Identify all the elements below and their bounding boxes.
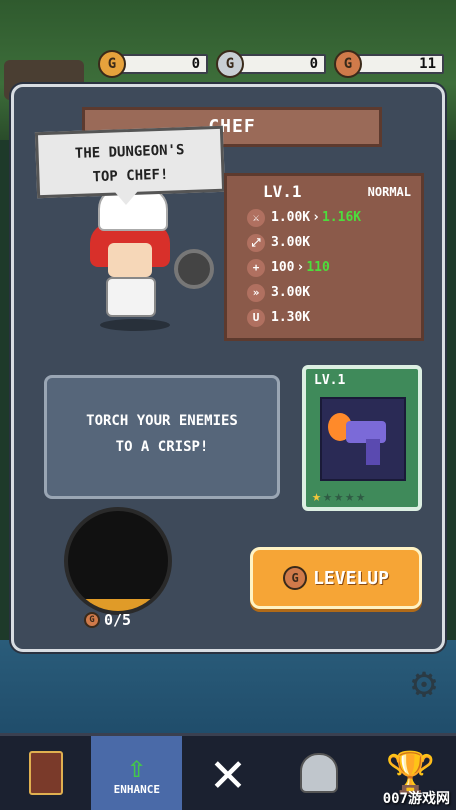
hero-panel: CHEF THE DUNGEON'S TOP CHEF! LV.1 NORMAL… <box>11 84 445 652</box>
bronze-coin-icon: G <box>84 612 100 628</box>
gold-coin-icon: G <box>98 50 126 78</box>
book-icon <box>28 751 63 795</box>
star-filled-icon: ★ <box>312 487 322 505</box>
enhance-arrow-icon: ⇧ <box>127 749 146 785</box>
chef-character <box>78 187 228 337</box>
currency-silver-value: 0 <box>236 54 326 74</box>
currency-gold: G 0 <box>98 50 210 78</box>
currency-bronze-value: 11 <box>354 54 444 74</box>
stat-attack-base: 1.00K <box>271 210 311 225</box>
star-empty-icon: ★ <box>356 487 366 505</box>
character-body <box>106 277 156 317</box>
magnet-icon: U <box>247 308 265 327</box>
cauldron-counter: G 0/5 <box>84 611 131 629</box>
hero-rarity: NORMAL <box>367 185 411 199</box>
nav-item-book[interactable] <box>0 736 91 810</box>
stats-header: LV.1 NORMAL <box>227 176 421 205</box>
stat-health: + 100 › 110 <box>227 255 421 280</box>
nav-item-helmet[interactable] <box>274 736 365 810</box>
quote-line-2: TOP CHEF! <box>92 166 169 186</box>
levelup-label: LEVELUP <box>313 567 389 589</box>
health-plus-icon: + <box>247 258 265 277</box>
expand-arrows-icon: ⤢ <box>247 233 265 252</box>
currency-bronze: G 11 <box>334 50 446 78</box>
stat-health-base: 100 <box>271 260 295 275</box>
background-water <box>0 640 456 740</box>
nav-enhance-label: ENHANCE <box>113 782 160 796</box>
levelup-button[interactable]: G LEVELUP <box>250 547 422 609</box>
currency-bar: G 0 G 0 G 11 <box>98 50 446 78</box>
flamethrower-icon <box>320 397 406 481</box>
cauldron-icon <box>64 507 172 615</box>
character-face <box>108 243 152 277</box>
character-shadow <box>100 319 170 331</box>
silver-coin-icon: G <box>216 50 244 78</box>
stat-attack: ⚔ 1.00K › 1.16K <box>227 205 421 230</box>
stat-speed-base: 3.00K <box>271 285 311 300</box>
cauldron-count-text: 0/5 <box>104 611 132 629</box>
currency-gold-value: 0 <box>118 54 208 74</box>
sword-icon: ⚔ <box>247 208 265 227</box>
stat-range-base: 3.00K <box>271 235 311 250</box>
watermark: 007游戏网 <box>382 791 450 807</box>
stat-attack-upgraded: 1.16K <box>321 210 362 225</box>
description-line-1: TORCH YOUR ENEMIES <box>86 413 238 429</box>
skill-description: TORCH YOUR ENEMIES TO A CRISP! <box>44 375 280 499</box>
stat-magnet: U 1.30K <box>227 305 421 330</box>
nav-item-close[interactable]: ✕ <box>182 736 273 810</box>
star-empty-icon: ★ <box>345 487 355 505</box>
description-line-2: TO A CRISP! <box>115 439 209 455</box>
speech-bubble-tail <box>114 191 138 205</box>
bronze-coin-icon: G <box>283 566 308 590</box>
currency-silver: G 0 <box>216 50 328 78</box>
nav-item-enhance[interactable]: ⇧ ENHANCE <box>91 736 183 810</box>
weapon-stars: ★ ★ ★ ★ ★ <box>312 487 365 505</box>
close-icon: ✕ <box>211 740 245 805</box>
bronze-coin-icon: G <box>334 50 362 78</box>
stat-range: ⤢ 3.00K <box>227 230 421 255</box>
helmet-icon <box>300 753 339 793</box>
cauldron-fill <box>68 599 168 611</box>
weapon-card[interactable]: LV.1 ★ ★ ★ ★ ★ <box>302 365 422 511</box>
star-empty-icon: ★ <box>323 487 333 505</box>
stats-card: LV.1 NORMAL ⚔ 1.00K › 1.16K ⤢ 3.00K + 10… <box>224 173 424 341</box>
stat-magnet-base: 1.30K <box>271 310 311 325</box>
gun-grip <box>366 439 380 465</box>
upgrade-arrow-icon: › <box>312 210 320 225</box>
gear-icon[interactable]: ⚙ <box>402 662 446 706</box>
hero-level: LV.1 <box>263 182 302 201</box>
stat-health-upgraded: 110 <box>306 260 330 275</box>
frying-pan-icon <box>174 249 214 289</box>
weapon-level: LV.1 <box>314 373 346 388</box>
speed-wing-icon: » <box>247 283 265 302</box>
upgrade-arrow-icon: › <box>296 260 305 275</box>
speech-bubble: THE DUNGEON'S TOP CHEF! <box>34 125 226 199</box>
stat-speed: » 3.00K <box>227 280 421 305</box>
star-empty-icon: ★ <box>334 487 344 505</box>
